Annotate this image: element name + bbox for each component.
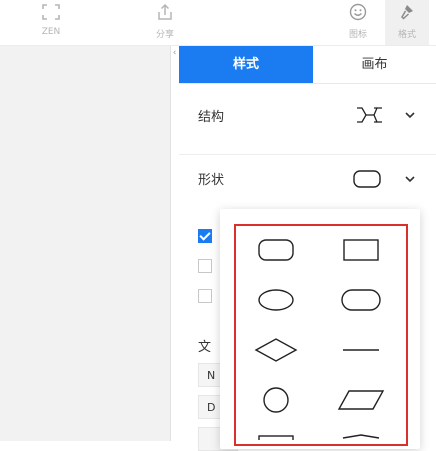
shape-underline[interactable]: [337, 336, 385, 364]
tab-canvas[interactable]: 画布: [313, 46, 436, 83]
brush-icon: [401, 5, 413, 20]
share-button[interactable]: 分享: [143, 0, 187, 45]
shape-picker[interactable]: [344, 164, 416, 194]
collapse-panel-icon[interactable]: ‹: [170, 46, 179, 60]
structure-connector-icon: [352, 100, 396, 130]
format-label: 格式: [397, 30, 416, 40]
option-checkbox-2[interactable]: [198, 259, 212, 273]
zen-label: ZEN: [41, 27, 61, 37]
shape-circle[interactable]: [252, 386, 300, 414]
zen-button[interactable]: ZEN: [29, 0, 73, 45]
option-checkbox-1[interactable]: [198, 229, 212, 243]
shape-rectangle[interactable]: [337, 236, 385, 264]
chevron-down-icon: [405, 176, 415, 183]
shape-partial-1[interactable]: [252, 432, 300, 440]
row-divider: [179, 154, 436, 155]
structure-picker[interactable]: [344, 100, 416, 130]
shape-diamond[interactable]: [252, 336, 300, 364]
panel-divider: [170, 46, 171, 441]
structure-label: 结构: [198, 110, 225, 125]
option-checkbox-3[interactable]: [198, 289, 212, 303]
text-section-label: 文: [198, 340, 212, 355]
shape-parallelogram[interactable]: [337, 386, 385, 414]
format-button[interactable]: 格式: [385, 0, 429, 45]
rounded-rect-shape-icon: [352, 164, 396, 194]
shape-ellipse[interactable]: [252, 286, 300, 314]
shape-label: 形状: [198, 173, 225, 188]
icon-button[interactable]: 图标: [336, 0, 380, 45]
share-label: 分享: [155, 30, 174, 40]
tab-style[interactable]: 样式: [179, 46, 313, 83]
fullscreen-icon: [42, 4, 60, 20]
top-toolbar: ZEN 分享 图标 格式: [0, 0, 436, 45]
shape-rounded-rectangle[interactable]: [252, 236, 300, 264]
share-icon: [158, 3, 172, 20]
smiley-icon: [349, 3, 367, 21]
shape-capsule[interactable]: [337, 286, 385, 314]
chevron-down-icon: [405, 112, 415, 119]
tab-divider: [179, 83, 436, 84]
shape-partial-2[interactable]: [337, 432, 385, 440]
canvas-area[interactable]: [0, 46, 170, 441]
icon-label: 图标: [348, 30, 367, 40]
